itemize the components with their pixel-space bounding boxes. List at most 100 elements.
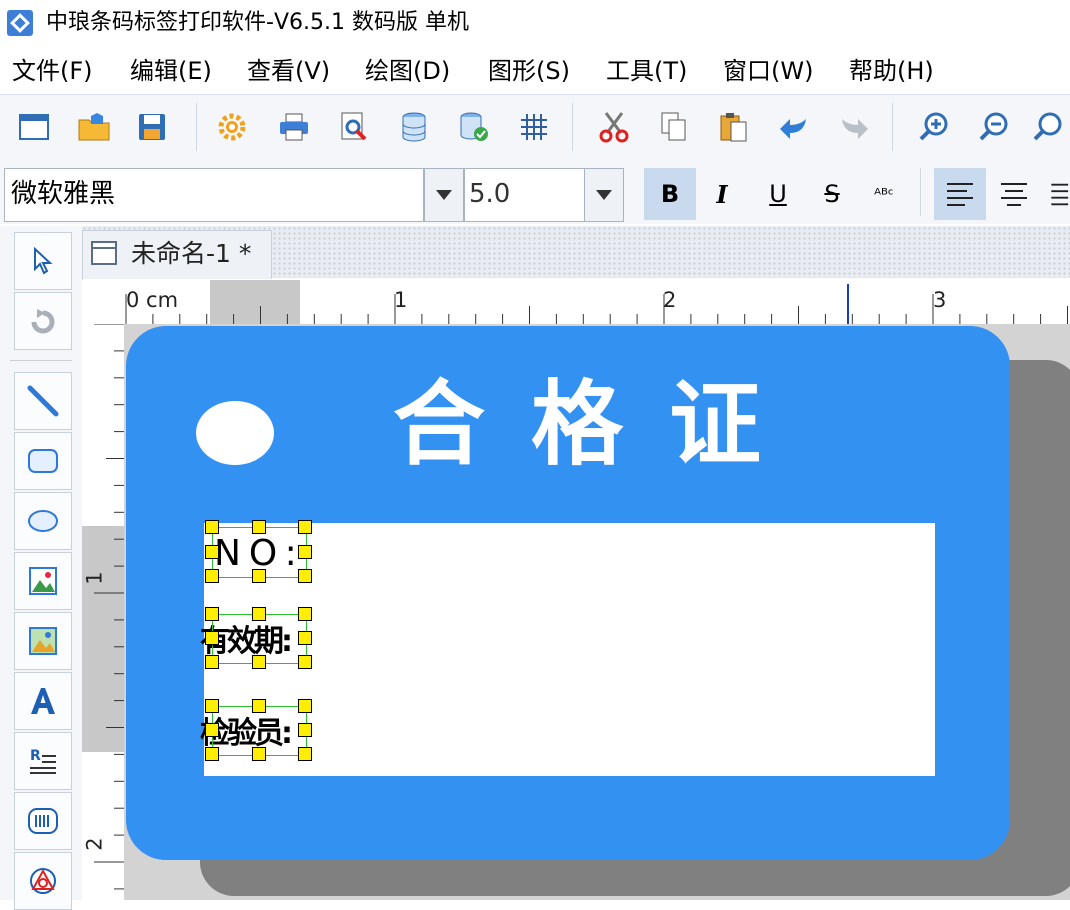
paste-icon[interactable] (714, 107, 754, 147)
menu-help[interactable]: 帮助(H) (849, 54, 934, 88)
resize-handle[interactable] (251, 747, 266, 761)
abc-style-button[interactable]: ᴬᴮᶜ (858, 168, 910, 220)
window-title: 中琅条码标签打印软件-V6.5.1 数码版 单机 (46, 10, 469, 35)
chevron-down-icon (596, 190, 612, 200)
print-icon[interactable] (274, 107, 314, 147)
rectangle-tool-icon[interactable] (14, 432, 72, 490)
toolbar-separator (892, 103, 893, 151)
rich-text-tool-icon[interactable]: R (14, 732, 72, 790)
document-tab-label: 未命名-1 * (131, 239, 252, 268)
font-family-value: 微软雅黑 (11, 179, 116, 209)
ruler-mark-1: 1 (394, 288, 408, 312)
resize-handle[interactable] (298, 699, 312, 713)
align-right-icon[interactable] (1042, 168, 1070, 220)
copy-icon[interactable] (654, 107, 694, 147)
barcode-tool-icon[interactable] (14, 792, 72, 850)
svg-text:R: R (30, 748, 41, 764)
horizontal-ruler: 0 cm 1 2 3 (82, 280, 1070, 325)
resize-handle[interactable] (205, 544, 219, 559)
settings-gear-icon[interactable] (212, 107, 252, 147)
document-tab[interactable]: 未命名-1 * (82, 230, 272, 279)
open-folder-icon[interactable] (74, 107, 114, 147)
undo-icon[interactable] (774, 107, 814, 147)
zoom-fit-icon[interactable] (1032, 107, 1070, 147)
resize-handle[interactable] (205, 699, 219, 713)
format-toolbar: 微软雅黑 5.0 B I U S ᴬᴮᶜ (0, 160, 1070, 224)
resize-handle[interactable] (298, 723, 312, 737)
resize-handle[interactable] (298, 520, 312, 534)
zoom-in-icon[interactable] (914, 107, 954, 147)
font-size-select[interactable]: 5.0 (464, 168, 586, 222)
align-center-icon[interactable] (988, 168, 1040, 220)
shape-tool-icon[interactable] (14, 852, 72, 910)
italic-button[interactable]: I (696, 168, 748, 220)
toolbox-separator (10, 360, 72, 361)
vertical-ruler: 1 2 (82, 324, 125, 900)
zoom-out-icon[interactable] (974, 107, 1014, 147)
menu-draw[interactable]: 绘图(D) (365, 54, 450, 88)
font-size-dropdown-button[interactable] (584, 168, 624, 222)
ellipse-tool-icon[interactable] (14, 492, 72, 550)
resize-handle[interactable] (298, 747, 312, 761)
menu-bar: 文件(F) 编辑(E) 查看(V) 绘图(D) 图形(S) 工具(T) 窗口(W… (0, 48, 1070, 94)
toolbar-separator (196, 103, 197, 151)
strikethrough-button[interactable]: S (806, 168, 858, 220)
resize-handle[interactable] (205, 723, 219, 737)
main-toolbar (0, 94, 1070, 162)
menu-window[interactable]: 窗口(W) (723, 54, 813, 88)
resize-handle[interactable] (298, 569, 312, 583)
align-left-icon[interactable] (934, 168, 986, 220)
resize-handle[interactable] (205, 607, 219, 621)
bold-button[interactable]: B (644, 168, 696, 220)
label-title[interactable]: 合格证 (300, 370, 900, 480)
resize-handle[interactable] (205, 520, 219, 534)
resize-handle[interactable] (205, 631, 219, 645)
resize-handle[interactable] (251, 520, 266, 534)
ruler-vmark-1: 1 (82, 571, 107, 585)
resize-handle[interactable] (251, 569, 266, 583)
cut-icon[interactable] (594, 107, 634, 147)
font-size-value: 5.0 (469, 179, 511, 209)
ruler-unit-label: 0 cm (126, 288, 179, 312)
app-logo-icon (6, 9, 34, 37)
label-dot-shape[interactable] (196, 401, 274, 465)
rotate-tool-icon[interactable] (14, 292, 72, 350)
resize-handle[interactable] (205, 747, 219, 761)
resize-handle[interactable] (205, 655, 219, 669)
save-icon[interactable] (132, 107, 172, 147)
menu-view[interactable]: 查看(V) (247, 54, 330, 88)
menu-tools[interactable]: 工具(T) (606, 54, 687, 88)
resize-handle[interactable] (251, 655, 266, 669)
font-family-select[interactable]: 微软雅黑 (4, 168, 424, 222)
line-tool-icon[interactable] (14, 372, 72, 430)
menu-shape[interactable]: 图形(S) (488, 54, 570, 88)
resize-handle[interactable] (298, 607, 312, 621)
resize-handle[interactable] (205, 569, 219, 583)
menu-file[interactable]: 文件(F) (12, 54, 93, 88)
resize-handle[interactable] (298, 655, 312, 669)
resize-handle[interactable] (251, 699, 266, 713)
resize-handle[interactable] (298, 631, 312, 645)
print-preview-icon[interactable] (334, 107, 374, 147)
redo-icon[interactable] (834, 107, 874, 147)
database-icon[interactable] (394, 107, 434, 147)
resize-handle[interactable] (298, 544, 312, 559)
resize-handle[interactable] (251, 607, 266, 621)
picture-tool-icon[interactable] (14, 612, 72, 670)
text-tool-icon[interactable] (14, 672, 72, 730)
drawing-toolbox: R (0, 226, 83, 910)
font-family-dropdown-button[interactable] (424, 168, 464, 222)
database-link-icon[interactable] (454, 107, 494, 147)
toolbar-separator (572, 103, 573, 151)
chevron-down-icon (436, 190, 452, 200)
menu-edit[interactable]: 编辑(E) (130, 54, 212, 88)
image-tool-icon[interactable] (14, 552, 72, 610)
toolbar-separator (920, 168, 921, 216)
document-window-icon (91, 241, 117, 265)
ruler-vmark-2: 2 (82, 837, 107, 851)
grid-icon[interactable] (514, 107, 554, 147)
underline-button[interactable]: U (752, 168, 804, 220)
select-pointer-icon[interactable] (14, 232, 72, 290)
label-white-field[interactable] (204, 523, 935, 776)
new-document-icon[interactable] (14, 107, 54, 147)
